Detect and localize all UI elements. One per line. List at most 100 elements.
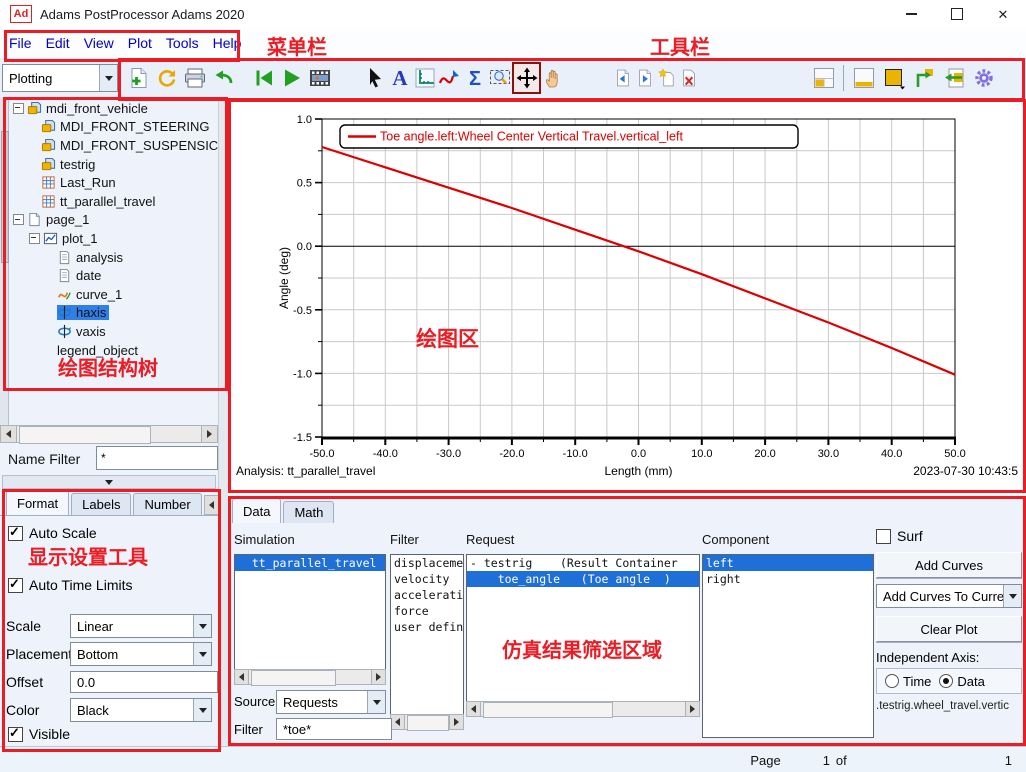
page-back-icon[interactable] <box>939 64 969 92</box>
page-next-icon[interactable] <box>634 64 656 92</box>
dropdown-arrow-icon[interactable] <box>1003 585 1021 607</box>
new-page-icon[interactable] <box>125 64 153 92</box>
minimize-button[interactable] <box>888 0 934 28</box>
dropdown-arrow-icon[interactable] <box>367 691 385 713</box>
first-frame-icon[interactable] <box>250 64 278 92</box>
clear-plot-button[interactable]: Clear Plot <box>876 616 1022 642</box>
list-item[interactable]: toe_angle (Toe angle ) <box>467 571 699 587</box>
tab-labels[interactable]: Labels <box>71 493 131 515</box>
simulation-hscrollbar[interactable] <box>234 669 386 685</box>
sum-icon[interactable]: Σ <box>462 64 487 92</box>
scroll-left-arrow[interactable] <box>467 702 481 716</box>
reload-icon[interactable] <box>153 64 181 92</box>
tree-item-plot_1[interactable]: plot_1 <box>9 229 218 248</box>
dropdown-arrow-icon[interactable] <box>193 699 211 721</box>
menu-edit[interactable]: Edit <box>46 35 70 51</box>
plot-structure-tree[interactable]: mdi_front_vehicleMDI_FRONT_STEERINGMDI_F… <box>0 97 218 425</box>
auto-time-limits-checkbox[interactable] <box>8 578 23 593</box>
tree-item-tt_parallel_travel[interactable]: tt_parallel_travel <box>9 192 218 211</box>
animation-icon[interactable] <box>306 64 334 92</box>
tree-item-MDI_FRONT_SUSPENSIC[interactable]: MDI_FRONT_SUSPENSIC <box>9 136 218 155</box>
dropdown-arrow-icon[interactable] <box>193 643 211 665</box>
offset-input[interactable]: 0.0 <box>70 671 218 693</box>
dropdown-arrow-icon[interactable] <box>193 615 211 637</box>
tree-expander-icon[interactable] <box>29 233 40 244</box>
tree-item-Last_Run[interactable]: Last_Run <box>9 173 218 192</box>
tree-vertical-scrollbar[interactable] <box>0 97 9 425</box>
list-item[interactable]: force <box>391 603 463 619</box>
list-item[interactable]: acceleration <box>391 587 463 603</box>
plot-canvas[interactable]: -50.0-40.0-30.0-20.0-10.00.010.020.030.0… <box>228 97 1026 497</box>
layout-full-icon[interactable] <box>879 64 909 92</box>
tree-item-curve_1[interactable]: curve_1 <box>9 285 218 304</box>
pan-crosshair-icon[interactable] <box>512 62 541 94</box>
tree-item-MDI_FRONT_STEERING[interactable]: MDI_FRONT_STEERING <box>9 118 218 137</box>
list-item[interactable]: displacement <box>391 555 463 571</box>
mode-select-arrow[interactable] <box>99 65 117 91</box>
auto-scale-checkbox[interactable] <box>8 526 23 541</box>
request-list[interactable]: - testrig (Result Container toe_angle (T… <box>466 554 700 702</box>
surf-checkbox[interactable] <box>876 529 891 544</box>
close-button[interactable]: ✕ <box>980 0 1026 28</box>
tree-expander-icon[interactable] <box>13 103 24 114</box>
scroll-right-arrow[interactable] <box>449 715 463 729</box>
maximize-button[interactable] <box>934 0 980 28</box>
placement-select[interactable]: Bottom <box>70 642 212 666</box>
curve-edit-icon[interactable] <box>437 64 462 92</box>
name-filter-input[interactable] <box>96 446 218 470</box>
menu-file[interactable]: File <box>9 35 32 51</box>
scroll-right-arrow[interactable] <box>201 426 217 442</box>
menu-help[interactable]: Help <box>213 35 242 51</box>
list-item[interactable]: left <box>703 555 873 571</box>
tab-scroll-left[interactable] <box>204 495 219 515</box>
radio-option-data[interactable]: Data <box>939 674 984 689</box>
list-item[interactable]: right <box>703 571 873 587</box>
page-new-icon[interactable] <box>656 64 678 92</box>
tab-number[interactable]: Number <box>133 493 201 515</box>
simulation-list[interactable]: tt_parallel_travel <box>234 554 386 670</box>
swap-orientation-icon[interactable] <box>909 64 939 92</box>
data-radio[interactable] <box>939 674 953 688</box>
play-icon[interactable] <box>278 64 306 92</box>
scroll-thumb[interactable] <box>19 426 151 444</box>
color-select[interactable]: Black <box>70 698 212 722</box>
list-item[interactable]: user defined <box>391 619 463 635</box>
list-item[interactable]: tt_parallel_travel <box>235 555 385 571</box>
tree-item-mdi_front_vehicle[interactable]: mdi_front_vehicle <box>9 99 218 118</box>
tree-item-date[interactable]: date <box>9 266 218 285</box>
list-item[interactable]: velocity <box>391 571 463 587</box>
tab-format[interactable]: Format <box>6 490 69 515</box>
menu-view[interactable]: View <box>84 35 114 51</box>
tree-item-analysis[interactable]: analysis <box>9 248 218 267</box>
layout-bottom-icon[interactable] <box>849 64 879 92</box>
zoom-box-icon[interactable] <box>487 64 512 92</box>
add-mode-select[interactable]: Add Curves To Curren <box>876 584 1022 608</box>
tree-item-testrig[interactable]: testrig <box>9 155 218 174</box>
scroll-left-arrow[interactable] <box>391 715 405 729</box>
cursor-icon[interactable] <box>362 64 387 92</box>
list-item[interactable]: - testrig (Result Container <box>467 555 699 571</box>
filter-list[interactable]: displacementvelocityaccelerationforceuse… <box>390 554 464 715</box>
mode-select[interactable]: Plotting <box>2 64 118 92</box>
filter-hscrollbar[interactable] <box>390 714 464 730</box>
tree-item-vaxis[interactable]: vaxis <box>9 322 218 341</box>
scale-select[interactable]: Linear <box>70 614 212 638</box>
tree-horizontal-scrollbar[interactable] <box>0 425 218 443</box>
text-icon[interactable]: A <box>387 64 412 92</box>
page-prev-icon[interactable] <box>612 64 634 92</box>
tree-item-legend_object[interactable]: legend_object <box>9 341 218 360</box>
radio-option-time[interactable]: Time <box>885 674 931 689</box>
request-hscrollbar[interactable] <box>466 701 700 717</box>
source-select[interactable]: Requests <box>276 690 386 714</box>
scroll-right-arrow[interactable] <box>685 702 699 716</box>
scroll-track[interactable] <box>17 426 201 442</box>
scroll-left-arrow[interactable] <box>235 670 249 684</box>
layout-corner-icon[interactable] <box>810 64 838 92</box>
tab-data[interactable]: Data <box>232 498 281 523</box>
page-delete-icon[interactable] <box>678 64 700 92</box>
undo-icon[interactable] <box>209 64 237 92</box>
menu-tools[interactable]: Tools <box>166 35 199 51</box>
scroll-right-arrow[interactable] <box>371 670 385 684</box>
add-curves-button[interactable]: Add Curves <box>876 552 1022 578</box>
hand-icon[interactable] <box>541 64 566 92</box>
